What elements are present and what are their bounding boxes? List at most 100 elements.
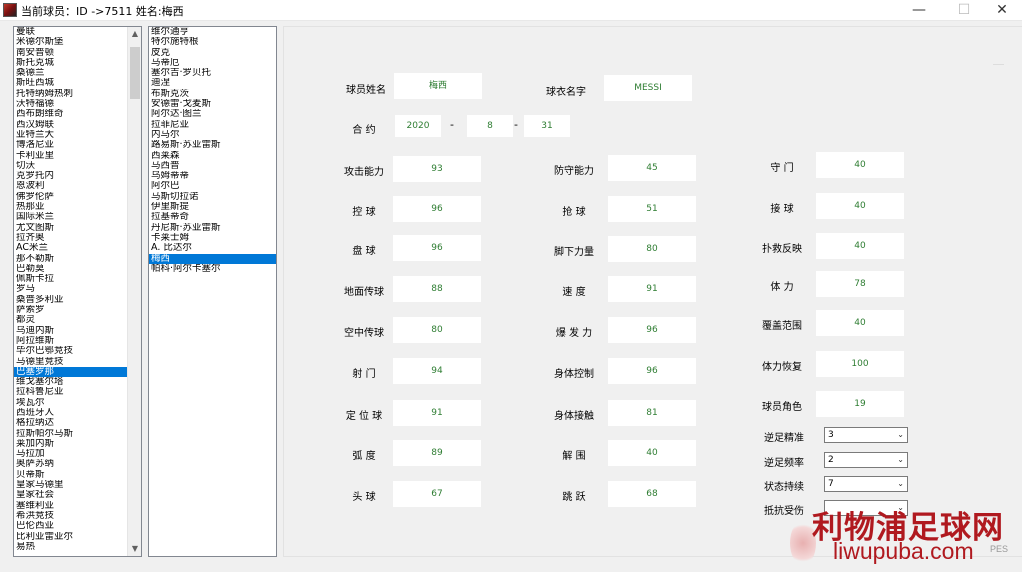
chevron-down-icon[interactable]: ⌄ xyxy=(897,428,904,442)
team-list-item[interactable]: 塞维利亚 xyxy=(14,501,141,511)
team-list-item[interactable]: 沃特福德 xyxy=(14,99,141,109)
player-list-item[interactable]: 卡莱士姆 xyxy=(149,233,276,243)
stat-value-field[interactable]: 94 xyxy=(393,358,481,384)
stat-value-field[interactable]: 40 xyxy=(816,310,904,336)
stat-value-field[interactable]: 91 xyxy=(393,400,481,426)
stat-value-field[interactable]: 40 xyxy=(816,233,904,259)
chevron-down-icon[interactable]: ⌄ xyxy=(897,453,904,467)
stat-value-field[interactable]: 51 xyxy=(608,196,696,222)
team-list-item[interactable]: 萨索罗 xyxy=(14,305,141,315)
team-list-item[interactable]: 易热 xyxy=(14,542,141,552)
team-list-item[interactable]: 毕尔巴鄂竞技 xyxy=(14,346,141,356)
team-list-item[interactable]: 拉齐奥 xyxy=(14,233,141,243)
player-list-item[interactable]: 路易斯·苏亚雷斯 xyxy=(149,140,276,150)
team-list-item[interactable]: 维戈塞尔塔 xyxy=(14,377,141,387)
player-list-item[interactable]: 阿尔达·图兰 xyxy=(149,109,276,119)
scroll-up-icon[interactable]: ▲ xyxy=(128,27,141,41)
team-list-item[interactable]: 西布朗维奇 xyxy=(14,109,141,119)
minimize-button[interactable]: — xyxy=(904,0,934,21)
stat-value-field[interactable]: 96 xyxy=(608,317,696,343)
team-list-item[interactable]: 都灵 xyxy=(14,315,141,325)
scroll-thumb[interactable] xyxy=(130,47,140,99)
player-list-item[interactable]: 维尔通亨 xyxy=(149,27,276,37)
stat-value-field[interactable]: 68 xyxy=(608,481,696,507)
team-list-item[interactable]: 南安普顿 xyxy=(14,48,141,58)
team-list-item[interactable]: 斯托克城 xyxy=(14,58,141,68)
team-list-item[interactable]: 皇家马德里 xyxy=(14,480,141,490)
stat-value-field[interactable]: 40 xyxy=(608,440,696,466)
chevron-down-icon[interactable]: ⌄ xyxy=(897,501,904,515)
player-list-item[interactable]: 拉基蒂奇 xyxy=(149,212,276,222)
player-list-item[interactable]: 皮克 xyxy=(149,48,276,58)
team-list-item[interactable]: 亚特兰大 xyxy=(14,130,141,140)
team-list-item[interactable]: 托特纳姆热刺 xyxy=(14,89,141,99)
player-list-item[interactable]: 梅西 xyxy=(149,253,276,264)
stat-value-field[interactable]: 96 xyxy=(393,235,481,261)
player-list-item[interactable]: 塞尔吉·罗贝托 xyxy=(149,68,276,78)
team-list-item[interactable]: 格拉纳达 xyxy=(14,418,141,428)
team-list-item[interactable]: 罗马 xyxy=(14,284,141,294)
player-list-item[interactable]: 安德雷·戈麦斯 xyxy=(149,99,276,109)
team-list-item[interactable]: 斯旺西城 xyxy=(14,78,141,88)
stat-value-field[interactable]: 100 xyxy=(816,351,904,377)
team-list-item[interactable]: 马拉加 xyxy=(14,449,141,459)
team-list-item[interactable]: 佩斯卡拉 xyxy=(14,274,141,284)
team-list-item[interactable]: 克罗托内 xyxy=(14,171,141,181)
team-list-item[interactable]: 博洛尼亚 xyxy=(14,140,141,150)
player-list-item[interactable]: 迪涅 xyxy=(149,78,276,88)
stat-value-field[interactable]: 80 xyxy=(608,236,696,262)
team-list-item[interactable]: 马德里竞技 xyxy=(14,357,141,367)
jersey-name-field[interactable]: MESSI xyxy=(604,75,692,101)
stat-value-field[interactable]: 40 xyxy=(816,152,904,178)
team-list-item[interactable]: 国际米兰 xyxy=(14,212,141,222)
team-list-item[interactable]: 西汉姆联 xyxy=(14,120,141,130)
team-list-item[interactable]: 西班牙人 xyxy=(14,408,141,418)
team-list-item[interactable]: 贝蒂斯 xyxy=(14,470,141,480)
stat-value-field[interactable]: 91 xyxy=(608,276,696,302)
team-list-item[interactable]: 巴伦西亚 xyxy=(14,521,141,531)
player-name-field[interactable]: 梅西 xyxy=(394,73,482,99)
stat-value-field[interactable]: 40 xyxy=(816,193,904,219)
team-list-item[interactable]: 莱加内斯 xyxy=(14,439,141,449)
team-list-item[interactable]: 巴塞罗那 xyxy=(14,366,141,378)
player-list-item[interactable]: 丹尼斯·苏亚雷斯 xyxy=(149,223,276,233)
team-list-item[interactable]: 奥萨苏纳 xyxy=(14,459,141,469)
scroll-down-icon[interactable]: ▼ xyxy=(128,542,141,556)
stat-value-field[interactable]: 88 xyxy=(393,276,481,302)
team-list-item[interactable]: 佛罗伦萨 xyxy=(14,192,141,202)
team-list-item[interactable]: 桑普多利亚 xyxy=(14,295,141,305)
team-list-item[interactable]: 曼联 xyxy=(14,27,141,37)
player-list-item[interactable]: 西莱森 xyxy=(149,151,276,161)
team-list-item[interactable]: 乌迪内斯 xyxy=(14,326,141,336)
dropdown-select[interactable]: 7 ⌄ xyxy=(824,476,908,492)
player-list-item[interactable]: 拉菲尼亚 xyxy=(149,120,276,130)
player-list-item[interactable]: 帕科·阿尔卡塞尔 xyxy=(149,264,276,274)
stat-value-field[interactable]: 93 xyxy=(393,156,481,182)
stat-value-field[interactable]: 96 xyxy=(608,358,696,384)
contract-month-field[interactable]: 8 xyxy=(467,115,513,137)
player-list[interactable]: 维尔通亨 特尔施特根 皮克 马蒂厄 塞尔吉·罗贝托 迪涅 布斯克茨 安德雷·戈麦斯 阿尔达·图兰… xyxy=(148,26,277,557)
team-list-item[interactable]: AC米兰 xyxy=(14,243,141,253)
dropdown-select[interactable]: 2 ⌄ xyxy=(824,452,908,468)
contract-year-field[interactable]: 2020 xyxy=(395,115,441,137)
team-list-item[interactable]: 切沃 xyxy=(14,161,141,171)
player-list-item[interactable]: 伊里斯提 xyxy=(149,202,276,212)
maximize-button[interactable]: ☐ xyxy=(949,0,979,21)
stat-value-field[interactable]: 96 xyxy=(393,196,481,222)
contract-day-field[interactable]: 31 xyxy=(524,115,570,137)
player-list-item[interactable]: 乌姆蒂蒂 xyxy=(149,171,276,181)
stat-value-field[interactable]: 78 xyxy=(816,271,904,297)
team-list[interactable]: 曼联 米德尔斯堡 南安普顿 斯托克城 桑德兰 斯旺西城 托特纳姆热刺 沃特福德 西布朗维奇 西汉姆… xyxy=(13,26,142,557)
stat-value-field[interactable]: 45 xyxy=(608,155,696,181)
player-list-item[interactable]: 布斯克茨 xyxy=(149,89,276,99)
chevron-down-icon[interactable]: ⌄ xyxy=(897,477,904,491)
team-list-item[interactable]: 热那亚 xyxy=(14,202,141,212)
team-list-item[interactable]: 拉斯帕尔马斯 xyxy=(14,429,141,439)
stat-value-field[interactable]: 89 xyxy=(393,440,481,466)
team-list-item[interactable]: 阿拉维斯 xyxy=(14,336,141,346)
close-button[interactable]: ✕ xyxy=(987,0,1017,21)
player-list-item[interactable]: 马斯切拉诺 xyxy=(149,192,276,202)
stat-value-field[interactable]: 67 xyxy=(393,481,481,507)
team-list-item[interactable]: 皇家社会 xyxy=(14,490,141,500)
team-list-item[interactable]: 米德尔斯堡 xyxy=(14,37,141,47)
